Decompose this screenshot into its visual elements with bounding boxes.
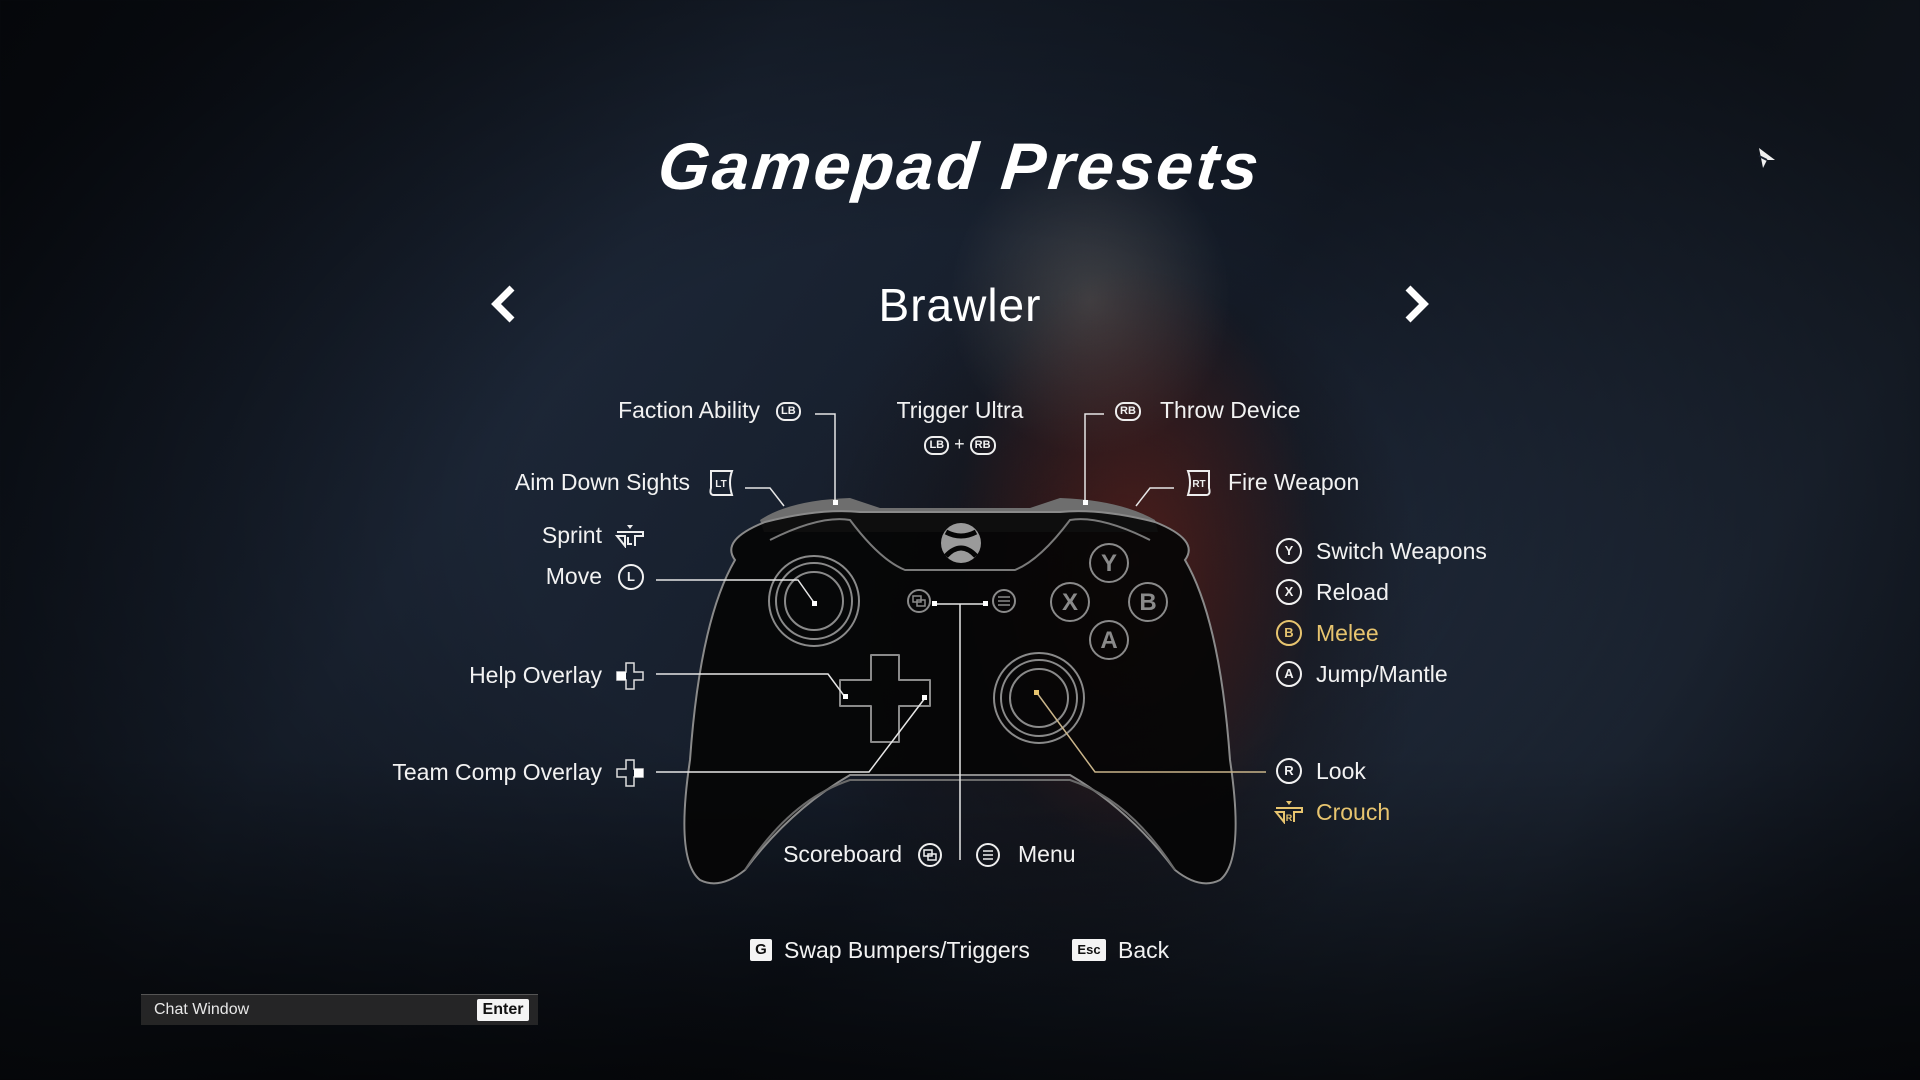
rt-text: RT: [1192, 479, 1205, 490]
controller-diagram: Y X B A: [656, 413, 1266, 885]
swap-bumpers-label: Swap Bumpers/Triggers: [784, 937, 1030, 963]
binding-look: R Look: [1276, 756, 1366, 786]
view-button-icon: [918, 843, 942, 867]
a-button-icon: A: [1276, 660, 1302, 687]
xbox-logo-icon: [941, 523, 981, 563]
leader-faction-ability: [815, 413, 836, 503]
binding-row: Y Switch Weapons: [1276, 530, 1487, 571]
melee-label: Melee: [1316, 619, 1379, 646]
team-comp-overlay-label: Team Comp Overlay: [392, 759, 602, 785]
crouch-label: Crouch: [1316, 799, 1391, 825]
esc-key-icon: Esc: [1072, 939, 1106, 961]
lt-text: LT: [715, 479, 726, 490]
binding-crouch: R Crouch: [1274, 797, 1390, 827]
enter-key-icon: Enter: [477, 999, 529, 1021]
menu-button-icon: [976, 843, 1000, 867]
right-stick-click-icon: R: [1274, 801, 1303, 824]
leader-fire-weapon: [1135, 487, 1174, 507]
rb-button-icon: RB: [1115, 402, 1141, 421]
binding-faction-ability: Faction Ability: [560, 396, 760, 424]
binding-row: A Jump/Mantle: [1276, 653, 1487, 694]
menu-label: Menu: [1018, 841, 1076, 867]
rb-button-icon: RB: [969, 435, 996, 455]
x-button-icon: X: [1276, 578, 1302, 605]
dpad-right-icon: [616, 759, 644, 787]
face-button-bindings: Y Switch Weapons X Reload B Melee A Jump…: [1276, 530, 1487, 694]
back-label: Back: [1118, 937, 1170, 963]
lb-button-icon: LB: [776, 402, 801, 421]
chat-window-bar[interactable]: Chat Window Enter: [141, 994, 538, 1025]
back-button[interactable]: Esc Back: [1072, 936, 1169, 964]
look-label: Look: [1316, 758, 1366, 784]
b-button-icon: B: [1276, 619, 1302, 646]
left-stick-click-icon: [615, 525, 644, 548]
chat-window-label: Chat Window: [154, 1001, 250, 1018]
look-endpoint: [1034, 690, 1039, 695]
move-label: Move: [545, 563, 602, 589]
face-button-y: Y: [1101, 550, 1117, 577]
dpad-left-icon: [616, 662, 644, 690]
switch-weapons-label: Switch Weapons: [1316, 537, 1487, 564]
leader-throw-device: [1084, 413, 1104, 503]
aim-down-sights-label: Aim Down Sights: [514, 469, 690, 495]
svg-text:R: R: [1286, 813, 1293, 823]
g-key-icon: G: [750, 939, 772, 961]
fire-weapon-label: Fire Weapon: [1228, 469, 1360, 495]
y-button-icon: Y: [1276, 537, 1302, 564]
throw-device-label: Throw Device: [1160, 397, 1301, 423]
swap-bumpers-button[interactable]: G Swap Bumpers/Triggers: [750, 936, 1030, 964]
face-button-x: X: [1062, 589, 1078, 616]
sprint-label: Sprint: [541, 522, 602, 548]
rt-trigger-icon: RT: [1186, 470, 1211, 496]
plus-sign: +: [954, 434, 965, 454]
jump-mantle-label: Jump/Mantle: [1316, 660, 1448, 687]
face-button-b: B: [1139, 589, 1156, 616]
scoreboard-label: Scoreboard: [783, 841, 902, 867]
face-button-a: A: [1100, 627, 1117, 654]
lt-trigger-icon: LT: [709, 470, 734, 496]
help-overlay-label: Help Overlay: [469, 662, 602, 688]
left-stick-icon: L: [618, 564, 644, 590]
trigger-ultra-combo: LB + RB: [900, 434, 1020, 455]
binding-row: X Reload: [1276, 571, 1487, 612]
binding-row: B Melee: [1276, 612, 1487, 653]
reload-label: Reload: [1316, 578, 1389, 605]
right-stick-icon: R: [1276, 758, 1302, 784]
mouse-cursor-icon: [1758, 148, 1775, 168]
leader-aim-down-sights: [745, 487, 785, 507]
lb-button-icon: LB: [924, 435, 950, 455]
trigger-ultra-label: Trigger Ultra: [896, 397, 1024, 423]
faction-ability-label: Faction Ability: [618, 397, 760, 423]
